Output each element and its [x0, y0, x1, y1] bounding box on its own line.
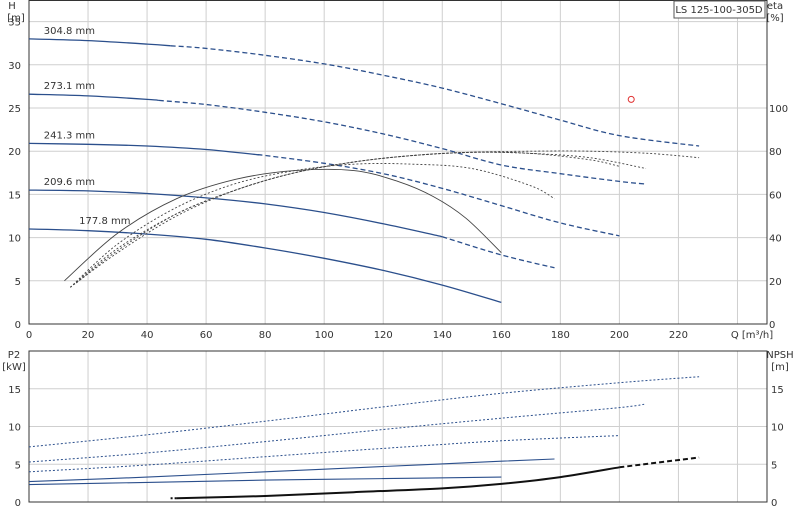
y-tick-label-bottom: 5 — [15, 460, 21, 471]
y-axis-label-bottom: P2 — [8, 350, 20, 361]
x-tick-label: 100 — [315, 330, 334, 341]
head-curve-solid-2 — [28, 142, 260, 156]
y-tick-label-bottom: 15 — [8, 385, 21, 396]
efficiency-curve-2 — [70, 151, 647, 288]
head-curve-dashed-3 — [442, 236, 555, 269]
head-curve-label-0: 304.8 mm — [44, 26, 95, 37]
head-curve-label-1: 273.1 mm — [44, 81, 95, 92]
x-tick-label: 40 — [141, 330, 154, 341]
duty-point-marker — [627, 95, 635, 103]
y-tick-label-top: 30 — [8, 61, 21, 72]
head-curve-solid-3 — [28, 189, 443, 238]
head-curve-dashed-2 — [257, 154, 620, 237]
chart-title: LS 125-100-305D — [675, 5, 763, 16]
x-tick-label: 220 — [669, 330, 688, 341]
efficiency-curve-0 — [70, 150, 700, 288]
y2-tick-label-top: 100 — [769, 104, 788, 115]
x-tick-label: 0 — [26, 330, 32, 341]
y-tick-label-bottom: 10 — [8, 423, 21, 434]
npsh-curve-dashed — [619, 456, 700, 469]
pump-performance-chart: 0 20 40 60 80 100 120 140 160 180 200 2200510152025… — [2, 0, 794, 509]
x-tick-label: 140 — [433, 330, 452, 341]
text-layer: 0 20 40 60 80 100 120 140 160 180 200 2200510152025… — [8, 18, 788, 509]
y2-axis-unit-top: [%] — [766, 13, 783, 24]
x-axis-label: Q [m³/h] — [731, 330, 773, 341]
head-curve-label-4: 177.8 mm — [79, 216, 130, 227]
y2-axis-unit-bottom: [m] — [771, 362, 789, 373]
y2-axis-label-bottom: NPSH — [766, 350, 793, 361]
y-tick-label-top: 20 — [8, 147, 21, 158]
head-curve-dashed-1 — [158, 99, 647, 185]
power-curve-3 — [28, 458, 555, 483]
power-curve-1 — [28, 403, 647, 463]
y2-tick-label-top: 80 — [769, 147, 782, 158]
head-curve-label-2: 241.3 mm — [44, 130, 95, 141]
y-tick-label-top: 15 — [8, 190, 21, 201]
y2-tick-label-bottom: 0 — [771, 498, 777, 509]
y-tick-label-top: 10 — [8, 234, 21, 245]
y-tick-label-top: 0 — [15, 320, 21, 331]
x-tick-label: 160 — [492, 330, 511, 341]
y-axis-unit-bottom: [kW] — [2, 362, 26, 373]
x-tick-label: 180 — [551, 330, 570, 341]
y2-tick-label-bottom: 15 — [771, 385, 784, 396]
x-tick-label: 80 — [259, 330, 272, 341]
x-tick-label: 20 — [82, 330, 95, 341]
x-tick-label: 60 — [200, 330, 213, 341]
head-curve-label-3: 209.6 mm — [44, 177, 95, 188]
y2-tick-label-bottom: 10 — [771, 423, 784, 434]
y2-tick-label-top: 60 — [769, 190, 782, 201]
y-tick-label-top: 25 — [8, 104, 21, 115]
head-curve-solid-0 — [28, 38, 171, 47]
y2-axis-label-top: eta — [767, 1, 783, 12]
x-tick-label: 120 — [374, 330, 393, 341]
y2-tick-label-bottom: 5 — [771, 460, 777, 471]
y2-tick-label-top: 20 — [769, 277, 782, 288]
npsh-curve-solid — [176, 466, 620, 500]
x-tick-label: 200 — [610, 330, 629, 341]
efficiency-curve-3 — [69, 163, 555, 288]
head-curve-solid-1 — [28, 93, 159, 102]
grid-layer — [28, 0, 767, 503]
power-curve-0 — [28, 376, 700, 448]
y2-tick-label-top: 40 — [769, 234, 782, 245]
y-tick-label-bottom: 0 — [15, 498, 21, 509]
y-axis-unit-top: [m] — [7, 13, 25, 24]
y-tick-label-top: 5 — [15, 277, 21, 288]
y-axis-label-top: H — [8, 1, 16, 12]
top-panel-frame — [28, 0, 768, 325]
